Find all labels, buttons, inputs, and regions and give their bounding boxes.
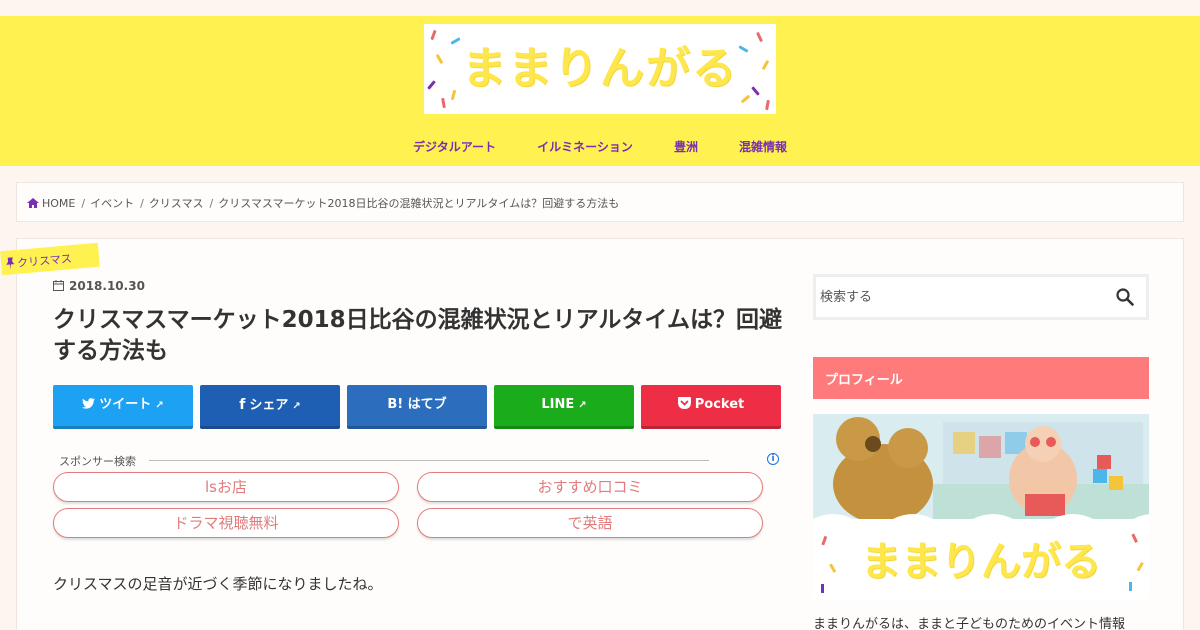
sponsor-link[interactable]: おすすめ口コミ bbox=[417, 472, 763, 502]
breadcrumb: HOME / イベント / クリスマス / クリスマスマーケット2018日比谷の混雑状況とリ… bbox=[16, 182, 1184, 222]
logo-text: ままりんがる bbox=[462, 43, 738, 94]
search-input[interactable] bbox=[820, 283, 1100, 311]
main-nav: デジタルアート イルミネーション 豊洲 混雑情報 bbox=[0, 136, 1200, 154]
twitter-share-button[interactable]: ツイート ↗ bbox=[53, 385, 193, 429]
hatena-label: B! はてブ bbox=[387, 397, 447, 412]
post-date: 2018.10.30 bbox=[53, 279, 145, 293]
twitter-label: ツイート bbox=[99, 397, 152, 412]
date-text: 2018.10.30 bbox=[69, 279, 145, 293]
site-header: ままりんがる デジタルアート イルミネーション 豊洲 混雑情報 bbox=[0, 16, 1200, 166]
breadcrumb-current: クリスマスマーケット2018日比谷の混雑状況とリアルタイムは？回避する方法も bbox=[218, 197, 620, 210]
sponsor-link[interactable]: ドラマ視聴無料 bbox=[53, 508, 399, 538]
calendar-icon bbox=[53, 280, 64, 291]
nav-item-toyosu[interactable]: 豊洲 bbox=[674, 138, 698, 155]
pocket-icon bbox=[677, 385, 691, 425]
sponsor-divider bbox=[149, 460, 709, 461]
facebook-share-button[interactable]: f シェア ↗ bbox=[200, 385, 340, 429]
breadcrumb-home[interactable]: HOME bbox=[42, 197, 75, 210]
share-buttons: ツイート ↗ f シェア ↗ B! はてブ LINE ↗ Pocket bbox=[53, 385, 793, 429]
article-intro: クリスマスの足音が近づく季節になりましたね。 bbox=[53, 575, 383, 593]
sidebar-search bbox=[813, 274, 1149, 320]
search-icon[interactable] bbox=[1116, 288, 1134, 306]
top-strip bbox=[0, 0, 1200, 16]
article-title: クリスマスマーケット2018日比谷の混雑状況とリアルタイムは？回避する方法も bbox=[53, 307, 782, 364]
sponsor-label: スポンサー検索 bbox=[59, 455, 136, 468]
nav-item-crowd-info[interactable]: 混雑情報 bbox=[739, 138, 787, 155]
breadcrumb-event[interactable]: イベント bbox=[90, 195, 134, 211]
sponsor-link[interactable]: lsお店 bbox=[53, 472, 399, 502]
main-content: クリスマス 2018.10.30 クリスマスマーケット2018日比谷の混雑状況と… bbox=[0, 238, 1184, 630]
pocket-label: Pocket bbox=[694, 397, 745, 412]
site-logo[interactable]: ままりんがる bbox=[424, 24, 776, 114]
profile-image: ままりんがる bbox=[813, 414, 1149, 599]
facebook-label: シェア bbox=[249, 398, 289, 413]
breadcrumb-separator: / bbox=[140, 197, 144, 210]
breadcrumb-christmas[interactable]: クリスマス bbox=[149, 195, 204, 211]
home-icon bbox=[27, 198, 39, 208]
hatena-share-button[interactable]: B! はてブ bbox=[347, 385, 487, 429]
category-badge[interactable]: クリスマス bbox=[0, 242, 100, 276]
pocket-share-button[interactable]: Pocket bbox=[641, 385, 781, 429]
external-link-icon: ↗ bbox=[292, 401, 301, 412]
profile-description: ままりんがるは、ままと子どものためのイベント情報 bbox=[813, 617, 1126, 630]
nav-item-digital-art[interactable]: デジタルアート bbox=[413, 138, 496, 155]
breadcrumb-separator: / bbox=[209, 197, 214, 210]
line-share-button[interactable]: LINE ↗ bbox=[494, 385, 634, 429]
nav-item-illumination[interactable]: イルミネーション bbox=[537, 138, 633, 155]
info-icon[interactable]: i bbox=[767, 453, 779, 465]
external-link-icon: ↗ bbox=[155, 400, 164, 411]
facebook-icon: f bbox=[239, 397, 246, 413]
pin-icon bbox=[6, 257, 15, 270]
external-link-icon: ↗ bbox=[578, 400, 587, 411]
profile-logo-text: ままりんがる bbox=[861, 539, 1101, 585]
line-label: LINE bbox=[541, 397, 575, 412]
twitter-icon bbox=[82, 385, 96, 425]
profile-heading: プロフィール bbox=[813, 357, 1149, 399]
breadcrumb-separator: / bbox=[81, 197, 86, 210]
sponsor-link[interactable]: で英語 bbox=[417, 508, 763, 538]
category-label: クリスマス bbox=[16, 252, 73, 270]
